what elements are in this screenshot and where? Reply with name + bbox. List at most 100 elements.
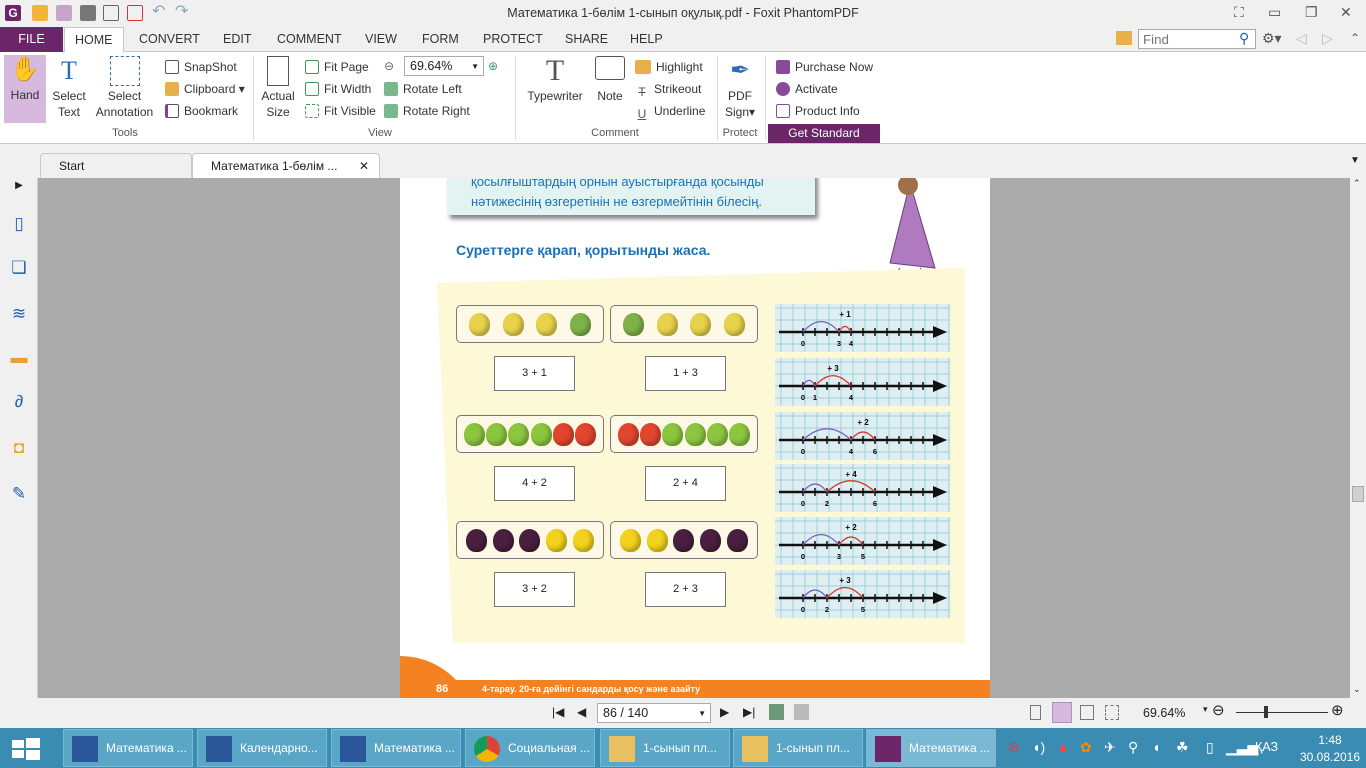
scroll-thumb[interactable] [1352,486,1364,502]
strikeout-button[interactable]: T Strikeout [635,80,701,99]
next-result-icon[interactable]: ▷ [1322,30,1333,47]
warning-icon[interactable]: ▲ [1056,739,1070,755]
tab-view[interactable]: VIEW [355,27,407,52]
fit-visible-button[interactable]: Fit Visible [305,102,376,120]
continuous-page-icon[interactable] [1052,702,1072,723]
tab-file[interactable]: FILE [0,27,63,52]
taskbar-item[interactable]: Социальная ... [465,729,595,767]
tab-edit[interactable]: EDIT [213,27,261,52]
tab-convert[interactable]: CONVERT [129,27,210,52]
scroll-up-icon[interactable]: ⌃ [1353,178,1361,189]
taskbar-item[interactable]: Календарно... [197,729,327,767]
collapse-ribbon-icon[interactable]: ⌃ [1350,31,1360,45]
page-number-input[interactable]: 86 / 140 ▼ [597,703,711,723]
bookmark-button[interactable]: Bookmark [165,102,238,120]
rotate-right-button[interactable]: Rotate Right [384,102,470,120]
tab-start[interactable]: Start [40,153,192,178]
single-page-icon[interactable] [1030,705,1041,720]
underline-button[interactable]: U Underline [635,102,706,121]
zoom-in-button[interactable]: ⊕ [1331,702,1344,720]
continuous-facing-icon[interactable] [1105,705,1119,720]
fit-page-button[interactable]: Fit Page [305,58,369,76]
clipboard-button[interactable]: Clipboard ▾ [165,80,245,98]
close-button[interactable]: ✕ [1340,4,1352,21]
next-view-icon[interactable] [794,704,809,720]
vertical-scrollbar[interactable]: ⌃ ⌄ [1350,178,1366,698]
taskbar-item[interactable]: 1-сынып пл... [600,729,730,767]
typewriter-button[interactable]: T Typewriter [523,56,587,104]
antivirus-icon[interactable]: ⊘ [1008,739,1020,755]
taskbar-item[interactable]: 1-сынып пл... [733,729,863,767]
zoom-level[interactable]: 69.64% [1143,706,1185,720]
tray-app-icon[interactable]: ✿ [1080,739,1092,755]
tab-share[interactable]: SHARE [555,27,618,52]
volume-icon[interactable]: ◖ [1152,739,1160,755]
zoom-out-button[interactable]: ⊖ [1212,702,1225,720]
first-page-icon[interactable]: |◀ [552,705,564,719]
zoom-out-icon[interactable]: ⊖ [384,57,394,75]
tab-form[interactable]: FORM [412,27,469,52]
fullscreen-icon[interactable]: ⛶ [1234,4,1244,21]
next-page-icon[interactable]: ▶ [720,705,729,719]
expand-pane-icon[interactable]: ▶ [9,180,29,200]
zoom-in-icon[interactable]: ⊕ [488,57,498,75]
tab-comment[interactable]: COMMENT [267,27,352,52]
tab-help[interactable]: HELP [620,27,673,52]
actual-size-button[interactable]: Actual Size [258,56,298,120]
start-button[interactable] [12,738,40,760]
comments-icon[interactable]: ▬ [9,348,29,368]
close-tab-icon[interactable]: ✕ [359,154,369,178]
zoom-slider-thumb[interactable] [1263,706,1268,718]
tray-app-icon[interactable]: ☘ [1176,739,1189,755]
attachments-icon[interactable]: ∂ [9,392,29,412]
search-icon[interactable]: ⚲ [1239,30,1249,47]
activate-button[interactable]: Activate [776,80,838,98]
security-icon[interactable]: ◘ [9,438,29,458]
language-indicator[interactable]: ҚАЗ [1255,739,1278,755]
bluetooth-icon[interactable]: ⚲ [1128,739,1138,755]
taskbar-item[interactable]: Математика ... [866,729,996,767]
minimize-button[interactable]: ▭ [1268,4,1281,21]
last-page-icon[interactable]: ▶| [743,705,755,719]
restore-button[interactable]: ❐ [1305,4,1318,21]
zoom-slider[interactable] [1236,712,1328,713]
clock[interactable]: 1:48 30.08.2016 [1298,733,1362,764]
bookmarks-icon[interactable]: ▯ [9,214,29,234]
get-standard-button[interactable]: Get Standard [768,124,880,143]
pdf-sign-button[interactable]: ✒ PDF Sign▾ [721,56,759,120]
document-canvas[interactable]: қосылғыштардың орнын ауыстырғанда қосынд… [38,178,1350,698]
taskbar-item[interactable]: Математика ... [63,729,193,767]
battery-icon[interactable]: ▯ [1206,739,1214,755]
layers-icon[interactable]: ≋ [9,304,29,324]
tab-home[interactable]: HOME [64,27,124,53]
select-text-button[interactable]: T Select Text [50,56,88,120]
scroll-down-icon[interactable]: ⌄ [1353,683,1361,695]
purchase-now-button[interactable]: Purchase Now [776,58,873,76]
tab-list-icon[interactable]: ▼ [1350,155,1360,166]
fit-width-button[interactable]: Fit Width [305,80,371,98]
note-button[interactable]: Note [592,56,628,104]
taskbar-item[interactable]: Математика ... [331,729,461,767]
highlight-button[interactable]: Highlight [635,58,703,76]
tab-document[interactable]: Математика 1-бөлім ... ✕ [192,153,380,178]
zoom-select[interactable]: 69.64% ▼ [404,56,484,76]
settings-icon[interactable]: ⚙▾ [1262,30,1282,47]
tray-app-icon[interactable]: ✈ [1104,739,1116,755]
prev-result-icon[interactable]: ◁ [1296,30,1307,47]
facing-icon[interactable] [1080,705,1094,720]
speaker-icon[interactable]: ◖) [1032,739,1045,755]
snapshot-button[interactable]: SnapShot [165,58,237,76]
find-folder-icon[interactable] [1116,31,1132,45]
signatures-icon[interactable]: ✎ [9,484,29,504]
pages-icon[interactable]: ❏ [9,258,29,278]
select-annotation-button[interactable]: Select Annotation [92,56,157,120]
signal-icon[interactable]: ▁▃▅ [1226,739,1258,755]
prev-page-icon[interactable]: ◀ [577,705,586,719]
previous-view-icon[interactable] [769,704,784,720]
zoom-dropdown-icon[interactable]: ▾ [1203,704,1208,715]
tab-protect[interactable]: PROTECT [473,27,553,52]
rotate-left-button[interactable]: Rotate Left [384,80,462,98]
fruit-picture-right [610,521,758,559]
hand-tool-button[interactable]: ✋ Hand [4,55,46,123]
product-info-button[interactable]: Product Info [776,102,860,120]
